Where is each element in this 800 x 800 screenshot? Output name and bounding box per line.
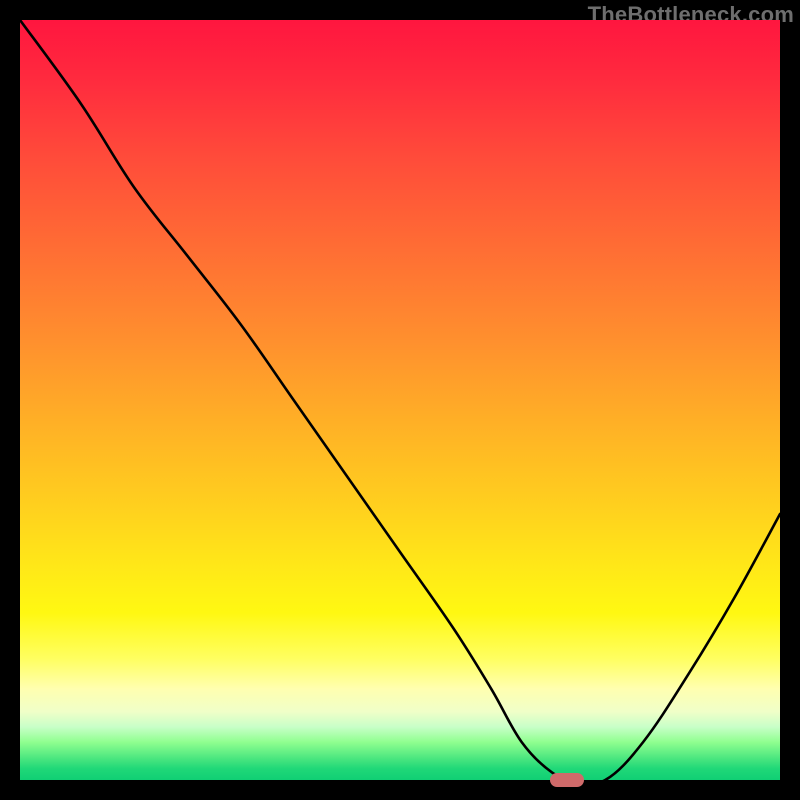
bottleneck-curve: [20, 20, 780, 780]
chart-container: TheBottleneck.com: [0, 0, 800, 800]
curve-path: [20, 20, 780, 780]
optimal-marker: [550, 773, 584, 787]
plot-area: [20, 20, 780, 780]
